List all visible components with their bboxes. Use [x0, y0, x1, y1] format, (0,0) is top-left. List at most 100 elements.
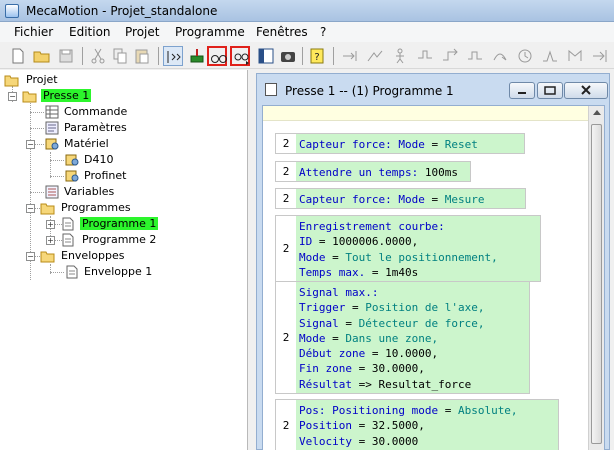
instruction-token: =	[325, 250, 346, 264]
instruction-block[interactable]: 2 Attendre un temps: 100ms	[275, 161, 471, 182]
collapse-icon[interactable]: −	[8, 92, 17, 101]
minimize-button[interactable]	[509, 82, 535, 99]
instruction-block[interactable]: 2 Pos: Positioning mode = Absolute, Positi…	[275, 399, 559, 450]
tree-item-enveloppes[interactable]: − Enveloppes	[26, 248, 146, 264]
tree-item-programme-2[interactable]: + Programme 2	[46, 232, 176, 248]
camera-icon[interactable]	[278, 46, 298, 66]
motion-mode-icon[interactable]	[163, 46, 183, 66]
title-bar[interactable]: MecaMotion - Projet_standalone	[0, 0, 614, 22]
tree-item-presse-1[interactable]: − Presse 1	[8, 88, 128, 104]
instruction-line: Capteur force: Mode = Mesure	[299, 192, 522, 207]
tree-item-programme-1[interactable]: + Programme 1	[46, 216, 176, 232]
tree-item-profinet[interactable]: Profinet	[64, 168, 164, 184]
variables-icon	[45, 185, 59, 199]
instruction-token: Absolute,	[457, 404, 518, 417]
tree-item-projet[interactable]: Projet	[4, 72, 84, 88]
instruction-block[interactable]: 2 Enregistrement courbe: ID = 1000006.0000…	[275, 215, 541, 282]
program-window-icon	[265, 83, 277, 96]
menu-edition[interactable]: Edition	[69, 25, 111, 39]
instr-wait-icon[interactable]	[515, 46, 535, 66]
menu-fenetres[interactable]: Fenêtres	[256, 25, 308, 39]
tree-item-d410[interactable]: D410	[64, 152, 164, 168]
instruction-token: Signal max.:	[299, 286, 379, 299]
expand-icon[interactable]: +	[46, 220, 55, 229]
hardware-icon	[45, 138, 59, 150]
program-file-icon	[62, 233, 74, 247]
instr-step-icon[interactable]	[440, 46, 460, 66]
menu-help[interactable]: ?	[320, 25, 326, 39]
program-window-titlebar[interactable]: Presse 1 -- (1) Programme 1	[257, 74, 609, 104]
instruction-token: 100ms	[418, 166, 458, 179]
copy-icon[interactable]	[110, 46, 130, 66]
instruction-block[interactable]: 2 Capteur force: Mode = Mesure	[275, 188, 526, 209]
instruction-token: Position de l'axe,	[365, 301, 485, 315]
instr-person-icon[interactable]	[390, 46, 410, 66]
instruction-line: Enregistrement courbe:	[299, 219, 537, 234]
instruction-line: Temps max. = 1m40s	[299, 265, 537, 280]
vertical-scrollbar[interactable]	[588, 106, 604, 450]
collapse-icon[interactable]: −	[26, 140, 35, 149]
toolbar: ?	[0, 43, 614, 69]
instr-signal-icon[interactable]	[540, 46, 560, 66]
tree-item-commande[interactable]: Commande	[44, 104, 164, 120]
instruction-line: Résultat => Resultat_force	[299, 377, 526, 392]
tree-item-enveloppe-1[interactable]: Enveloppe 1	[64, 264, 184, 280]
help-icon[interactable]: ?	[307, 46, 327, 66]
expand-icon[interactable]: +	[46, 236, 55, 245]
watch-step-icon[interactable]	[230, 46, 250, 66]
tree-item-materiel[interactable]: − Matériel	[26, 136, 146, 152]
instruction-token: =	[338, 316, 359, 330]
cut-icon[interactable]	[88, 46, 108, 66]
instruction-token: Capteur force: Mode	[299, 138, 425, 151]
instr-jump-icon[interactable]	[565, 46, 585, 66]
instruction-code: Capteur force: Mode = Mesure	[296, 189, 525, 208]
folder-open-icon	[4, 75, 19, 87]
instruction-token: Détecteur de force,	[358, 316, 485, 330]
collapse-icon[interactable]: −	[26, 204, 35, 213]
instruction-code: Signal max.: Trigger = Position de l'axe,…	[296, 282, 529, 393]
instruction-token: =	[424, 138, 445, 151]
scroll-up-icon[interactable]	[593, 110, 601, 115]
collapse-icon[interactable]: −	[26, 252, 35, 261]
scroll-thumb[interactable]	[591, 124, 602, 444]
folder-open-icon	[40, 251, 55, 263]
project-tree[interactable]: Projet − Presse 1 Commande Paramètres − …	[0, 70, 248, 450]
instruction-token: Dans une zone,	[345, 331, 439, 345]
instr-cycle-icon[interactable]	[490, 46, 510, 66]
instr-pulse-icon[interactable]	[465, 46, 485, 66]
program-editor[interactable]: 2 Capteur force: Mode = Reset 2 Attendre un…	[262, 105, 605, 450]
tree-item-variables[interactable]: Variables	[44, 184, 164, 200]
instruction-token: = 10.0000,	[365, 347, 439, 361]
instruction-token: ID	[299, 235, 313, 249]
connect-icon[interactable]	[187, 46, 207, 66]
instruction-level: 2	[282, 165, 290, 178]
tree-item-programmes[interactable]: − Programmes	[26, 200, 146, 216]
menu-programme[interactable]: Programme	[175, 25, 245, 39]
window-layout-icon[interactable]	[256, 46, 276, 66]
instruction-line: Capteur force: Mode = Reset	[299, 137, 521, 152]
save-icon[interactable]	[56, 46, 76, 66]
info-bar	[263, 106, 595, 121]
close-button[interactable]	[564, 82, 608, 99]
svg-text:?: ?	[314, 52, 319, 63]
instr-curve-icon[interactable]	[365, 46, 385, 66]
maximize-button[interactable]	[537, 82, 563, 99]
paste-icon[interactable]	[132, 46, 152, 66]
instruction-block[interactable]: 2 Signal max.: Trigger = Position de l'axe…	[275, 281, 530, 394]
new-file-icon[interactable]	[8, 46, 28, 66]
instruction-level: 2	[282, 242, 290, 255]
watch-icon[interactable]	[207, 46, 227, 66]
instruction-line: ID = 1000006.0000,	[299, 234, 537, 249]
parameters-icon	[45, 121, 59, 135]
instr-loop-icon[interactable]	[415, 46, 435, 66]
instr-move-icon[interactable]	[340, 46, 360, 66]
instruction-token: Velocity	[299, 434, 352, 448]
menu-fichier[interactable]: Fichier	[14, 25, 53, 39]
program-file-icon	[62, 217, 74, 231]
instruction-block[interactable]: 2 Capteur force: Mode = Reset	[275, 133, 525, 154]
open-folder-icon[interactable]	[32, 46, 52, 66]
menu-projet[interactable]: Projet	[125, 25, 159, 39]
instr-end-icon[interactable]	[590, 46, 610, 66]
instruction-line: Pos: Positioning mode = Absolute,	[299, 403, 555, 418]
tree-item-parametres[interactable]: Paramètres	[44, 120, 164, 136]
